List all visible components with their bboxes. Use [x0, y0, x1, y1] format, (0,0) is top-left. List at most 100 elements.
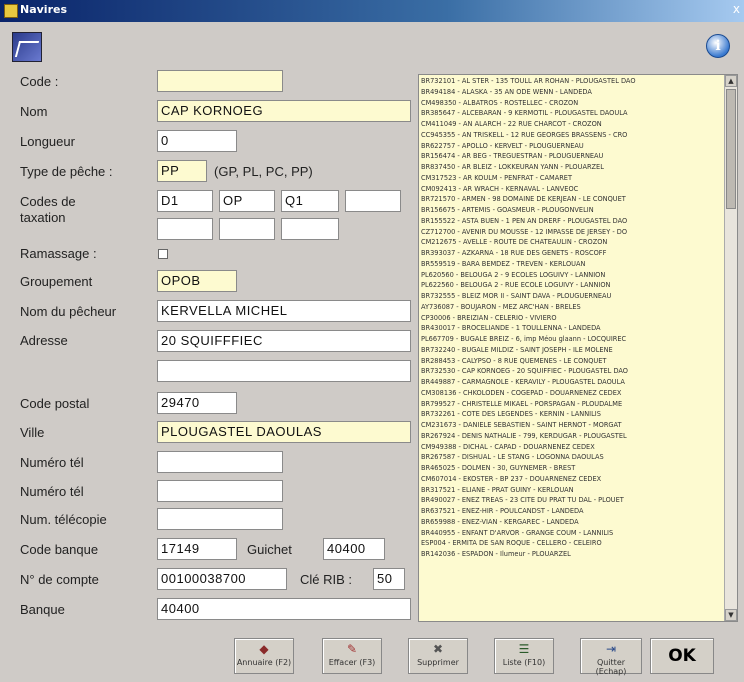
ship-logo-icon: [12, 32, 42, 62]
list-scrollbar[interactable]: ▲ ▼: [724, 75, 737, 621]
numero-tel-field-1[interactable]: [157, 451, 283, 473]
nom-pecheur-field[interactable]: KERVELLA MICHEL: [157, 300, 411, 322]
list-item[interactable]: BR494184 - ALASKA - 35 AN ODE WENN - LAN…: [421, 87, 721, 98]
numero-tel-field-2[interactable]: [157, 480, 283, 502]
list-item[interactable]: BR721570 - ARMEN - 98 DOMAINE DE KERJEAN…: [421, 194, 721, 205]
numero-compte-field[interactable]: 00100038700: [157, 568, 287, 590]
ville-field[interactable]: PLOUGASTEL DAOULAS: [157, 421, 411, 443]
list-item[interactable]: AY736087 - BOUJARON - MEZ ARC'HAN - BREL…: [421, 302, 721, 313]
taxation-field-3[interactable]: Q1: [281, 190, 339, 212]
list-item[interactable]: BR732530 - CAP KORNOEG - 20 SQUIFFIEC - …: [421, 366, 721, 377]
list-item[interactable]: BR267587 - DISHUAL - LE STANG - LOGONNA …: [421, 452, 721, 463]
scroll-down-icon[interactable]: ▼: [725, 609, 737, 621]
label-numero-tel-2: Numéro tél: [20, 484, 84, 499]
list-item[interactable]: CM411049 - AN ALARCH - 22 RUE CHARCOT - …: [421, 119, 721, 130]
list-item[interactable]: BR142036 - ESPADON - Ilumeur - PLOUARZEL: [421, 549, 721, 560]
taxation-field-7[interactable]: [281, 218, 339, 240]
label-numero-tel-1: Numéro tél: [20, 455, 84, 470]
longueur-field[interactable]: 0: [157, 130, 237, 152]
effacer-button[interactable]: ✎ Effacer (F3): [322, 638, 382, 674]
label-guichet: Guichet: [247, 542, 292, 557]
list-item[interactable]: BR155522 - ASTA BUEN - 1 PEN AN DRERF - …: [421, 216, 721, 227]
adresse-field-1[interactable]: 20 SQUIFFFIEC: [157, 330, 411, 352]
list-item[interactable]: ESP004 - ERMITA DE SAN ROQUE - CELLERO -…: [421, 538, 721, 549]
nom-field[interactable]: CAP KORNOEG: [157, 100, 411, 122]
list-item[interactable]: CM607014 - EKOSTER - BP 237 - DOUARNENEZ…: [421, 474, 721, 485]
list-item[interactable]: BR385647 - ALCEBARAN - 9 KERMOTIL - PLOU…: [421, 108, 721, 119]
list-item[interactable]: CC945355 - AN TRISKELL - 12 RUE GEORGES …: [421, 130, 721, 141]
label-code-postal: Code postal: [20, 396, 90, 411]
title-bar: Navires x: [0, 0, 744, 22]
list-item[interactable]: PL620560 - BELOUGA 2 - 9 ECOLES LOGUIVY …: [421, 270, 721, 281]
navires-list[interactable]: BR732101 - AL STER - 135 TOULL AR ROHAN …: [418, 74, 738, 622]
quitter-button[interactable]: ⇥ Quitter (Echap): [580, 638, 642, 676]
list-item[interactable]: CM949388 - DICHAL - CAPAD - DOUARNENEZ C…: [421, 442, 721, 453]
guichet-field[interactable]: 40400: [323, 538, 385, 560]
list-item[interactable]: BR490027 - ENEZ TREAS - 23 CITE DU PRAT …: [421, 495, 721, 506]
list-item[interactable]: CM092413 - AR WRACH - KERNAVAL - LANVEOC: [421, 184, 721, 195]
book-icon: ◆: [259, 642, 269, 656]
list-item[interactable]: BR622757 - APOLLO - KERVELT - PLOUGUERNE…: [421, 141, 721, 152]
list-item[interactable]: BR317521 - ELIANE - PRAT GUINY - KERLOUA…: [421, 485, 721, 496]
list-item[interactable]: BR267924 - DENIS NATHALIE - 799, KERDUGA…: [421, 431, 721, 442]
list-item[interactable]: BR440955 - ENFANT D'ARVOR - GRANGE COUM …: [421, 528, 721, 539]
list-item[interactable]: BR732240 - BUGALE MILDIZ - SAINT JOSEPH …: [421, 345, 721, 356]
code-banque-field[interactable]: 17149: [157, 538, 237, 560]
list-item[interactable]: CM317523 - AR KOULM - PENFRAT - CAMARET: [421, 173, 721, 184]
list-icon: ☰: [518, 642, 530, 656]
info-icon[interactable]: i: [706, 34, 730, 58]
list-item[interactable]: BR288453 - CALYPSO - 8 RUE QUEMENES - LE…: [421, 356, 721, 367]
label-longueur: Longueur: [20, 134, 75, 149]
scroll-up-icon[interactable]: ▲: [725, 75, 737, 87]
banque-field[interactable]: 40400: [157, 598, 411, 620]
taxation-field-6[interactable]: [219, 218, 275, 240]
taxation-field-4[interactable]: [345, 190, 401, 212]
list-item[interactable]: BR732555 - BLEIZ MOR II - SAINT DAVA - P…: [421, 291, 721, 302]
taxation-field-1[interactable]: D1: [157, 190, 213, 212]
list-item[interactable]: BR637521 - ENEZ-HIR - POULCANDST - LANDE…: [421, 506, 721, 517]
effacer-button-label: Effacer (F3): [328, 658, 376, 667]
list-item[interactable]: CP30006 - BREIZIAN - CELERIO - VIVIERO: [421, 313, 721, 324]
ok-button[interactable]: OK: [650, 638, 714, 674]
adresse-field-2[interactable]: [157, 360, 411, 382]
list-item[interactable]: BR799527 - CHRISTELLE MIKAEL - PORSPAGAN…: [421, 399, 721, 410]
app-small-icon: [4, 4, 18, 18]
list-item[interactable]: BR393037 - AZKARNA - 18 RUE DES GENETS -…: [421, 248, 721, 259]
close-icon[interactable]: x: [733, 2, 740, 16]
type-peche-field[interactable]: PP: [157, 160, 207, 182]
num-telecopie-field[interactable]: [157, 508, 283, 530]
cle-rib-field[interactable]: 50: [373, 568, 405, 590]
list-item[interactable]: BR430017 - BROCELIANDE - 1 TOULLENNA - L…: [421, 323, 721, 334]
list-item[interactable]: PL667709 - BUGALE BREIZ - 6, imp Méou gl…: [421, 334, 721, 345]
list-item[interactable]: PL622560 - BELOUGA 2 - RUE ECOLE LOGUIVY…: [421, 280, 721, 291]
label-ville: Ville: [20, 425, 45, 440]
list-item[interactable]: BR732101 - AL STER - 135 TOULL AR ROHAN …: [421, 76, 721, 87]
list-item[interactable]: CM308136 - CHKOLODEN - COGEPAD - DOUARNE…: [421, 388, 721, 399]
list-item[interactable]: BR559519 - BARA BEMDEZ - TREVEN - KERLOU…: [421, 259, 721, 270]
list-item[interactable]: BR449887 - CARMAGNOLE - KERAVILY - PLOUG…: [421, 377, 721, 388]
list-item[interactable]: BR837450 - AR BLEIZ - LOKKEURAN YANN - P…: [421, 162, 721, 173]
quitter-button-label: Quitter (Echap): [595, 658, 627, 676]
taxation-field-5[interactable]: [157, 218, 213, 240]
scroll-thumb[interactable]: [726, 89, 736, 209]
code-field[interactable]: [157, 70, 283, 92]
ramassage-checkbox[interactable]: [158, 249, 168, 259]
label-banque: Banque: [20, 602, 65, 617]
list-item[interactable]: BR659988 - ENEZ-VIAN - KERGAREC - LANDED…: [421, 517, 721, 528]
groupement-field[interactable]: OPOB: [157, 270, 237, 292]
list-item[interactable]: BR465025 - DOLMEN - 30, GUYNEMER - BREST: [421, 463, 721, 474]
list-item[interactable]: CM231673 - DANIELE SEBASTIEN - SAINT HER…: [421, 420, 721, 431]
list-item[interactable]: CM212675 - AVELLE - ROUTE DE CHATEAULIN …: [421, 237, 721, 248]
annuaire-button[interactable]: ◆ Annuaire (F2): [234, 638, 294, 674]
list-item[interactable]: BR156675 - ARTEMIS - GOASMEUR - PLOUGONV…: [421, 205, 721, 216]
supprimer-button[interactable]: ✖ Supprimer: [408, 638, 468, 674]
list-item[interactable]: CM498350 - ALBATROS - ROSTELLEC - CROZON: [421, 98, 721, 109]
label-cle-rib: Clé RIB :: [300, 572, 353, 587]
liste-button[interactable]: ☰ Liste (F10): [494, 638, 554, 674]
list-item[interactable]: BR732261 - COTE DES LEGENDES - KERNIN - …: [421, 409, 721, 420]
taxation-field-2[interactable]: OP: [219, 190, 275, 212]
label-adresse: Adresse: [20, 333, 68, 348]
list-item[interactable]: BR156474 - AR BEG - TREGUESTRAN - PLOUGU…: [421, 151, 721, 162]
list-item[interactable]: CZ712700 - AVENIR DU MOUSSE - 12 IMPASSE…: [421, 227, 721, 238]
code-postal-field[interactable]: 29470: [157, 392, 237, 414]
